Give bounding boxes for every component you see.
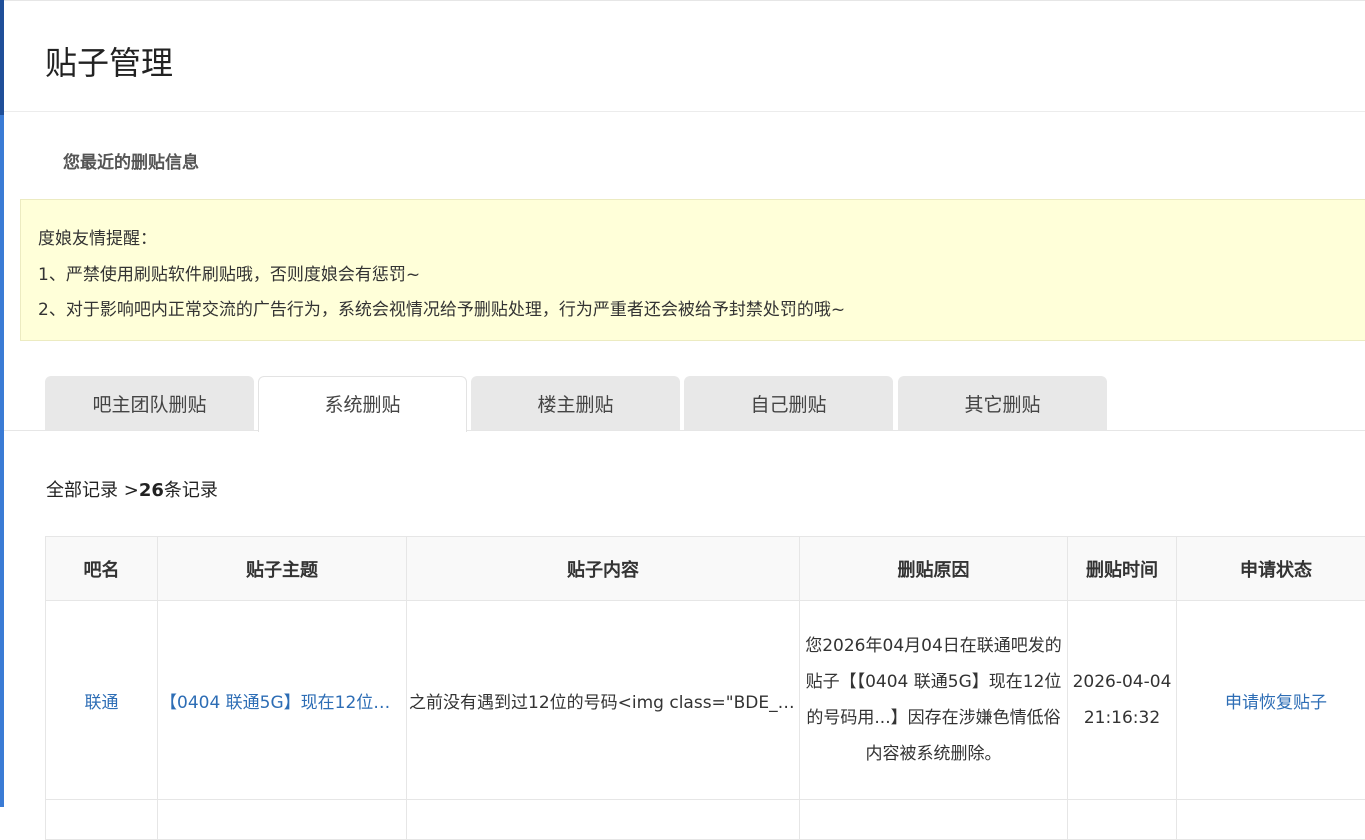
left-accent-bar-top (0, 0, 4, 115)
table-row (46, 800, 1365, 840)
header-bar-name: 吧名 (46, 537, 158, 601)
records-count: 26 (139, 480, 164, 501)
tab-self-delete[interactable]: 自己删贴 (684, 376, 893, 431)
header-status: 申请状态 (1177, 537, 1365, 601)
deleted-posts-table: 吧名 贴子主题 贴子内容 删贴原因 删贴时间 申请状态 联通 【0404 联通5… (45, 536, 1365, 840)
top-divider (4, 0, 1365, 1)
delete-date: 2026-04-04 (1068, 664, 1176, 700)
post-content: 之前没有遇到过12位的号码<img class="BDE_Image" (407, 688, 799, 713)
table-row: 联通 【0404 联通5G】现在12位的号码用... 之前没有遇到过12位的号码… (46, 601, 1365, 800)
post-subject-link[interactable]: 【0404 联通5G】现在12位的号码用... (158, 688, 406, 713)
notice-line-1: 1、严禁使用刷贴软件刷贴哦，否则度娘会有惩罚~ (38, 260, 420, 285)
delete-time: 21:16:32 (1068, 700, 1176, 736)
cell-status: 申请恢复贴子 (1177, 601, 1365, 800)
notice-box: 度娘友情提醒： 1、严禁使用刷贴软件刷贴哦，否则度娘会有惩罚~ 2、对于影响吧内… (20, 199, 1365, 341)
header-divider (4, 111, 1365, 112)
section-subtitle: 您最近的删贴信息 (63, 148, 199, 173)
cell-subject: 【0404 联通5G】现在12位的号码用... (158, 601, 407, 800)
notice-heading: 度娘友情提醒： (38, 224, 157, 249)
records-prefix: 全部记录 > (46, 480, 139, 501)
cell-content: 之前没有遇到过12位的号码<img class="BDE_Image" (407, 601, 800, 800)
table-header-row: 吧名 贴子主题 贴子内容 删贴原因 删贴时间 申请状态 (46, 537, 1365, 601)
tab-system-delete[interactable]: 系统删贴 (258, 376, 467, 432)
page-title: 贴子管理 (45, 38, 173, 84)
header-subject: 贴子主题 (158, 537, 407, 601)
restore-post-link[interactable]: 申请恢复贴子 (1225, 693, 1327, 713)
tabs-baseline (4, 430, 1365, 431)
tab-bar-team-delete[interactable]: 吧主团队删贴 (45, 376, 254, 431)
cell-time: 2026-04-0421:16:32 (1068, 601, 1177, 800)
delete-type-tabs: 吧主团队删贴 系统删贴 楼主删贴 自己删贴 其它删贴 (0, 376, 1365, 432)
bar-name-link[interactable]: 联通 (85, 693, 119, 713)
records-suffix: 条记录 (164, 480, 218, 501)
header-reason: 删贴原因 (800, 537, 1068, 601)
notice-line-2: 2、对于影响吧内正常交流的广告行为，系统会视情况给予删贴处理，行为严重者还会被给… (38, 295, 845, 320)
tab-other-delete[interactable]: 其它删贴 (898, 376, 1107, 431)
cell-reason: 您2026年04月04日在联通吧发的贴子【【0404 联通5G】现在12位的号码… (800, 601, 1068, 800)
records-summary: 全部记录 >26条记录 (46, 476, 218, 502)
tab-op-delete[interactable]: 楼主删贴 (471, 376, 680, 431)
header-content: 贴子内容 (407, 537, 800, 601)
header-time: 删贴时间 (1068, 537, 1177, 601)
cell-bar-name: 联通 (46, 601, 158, 800)
